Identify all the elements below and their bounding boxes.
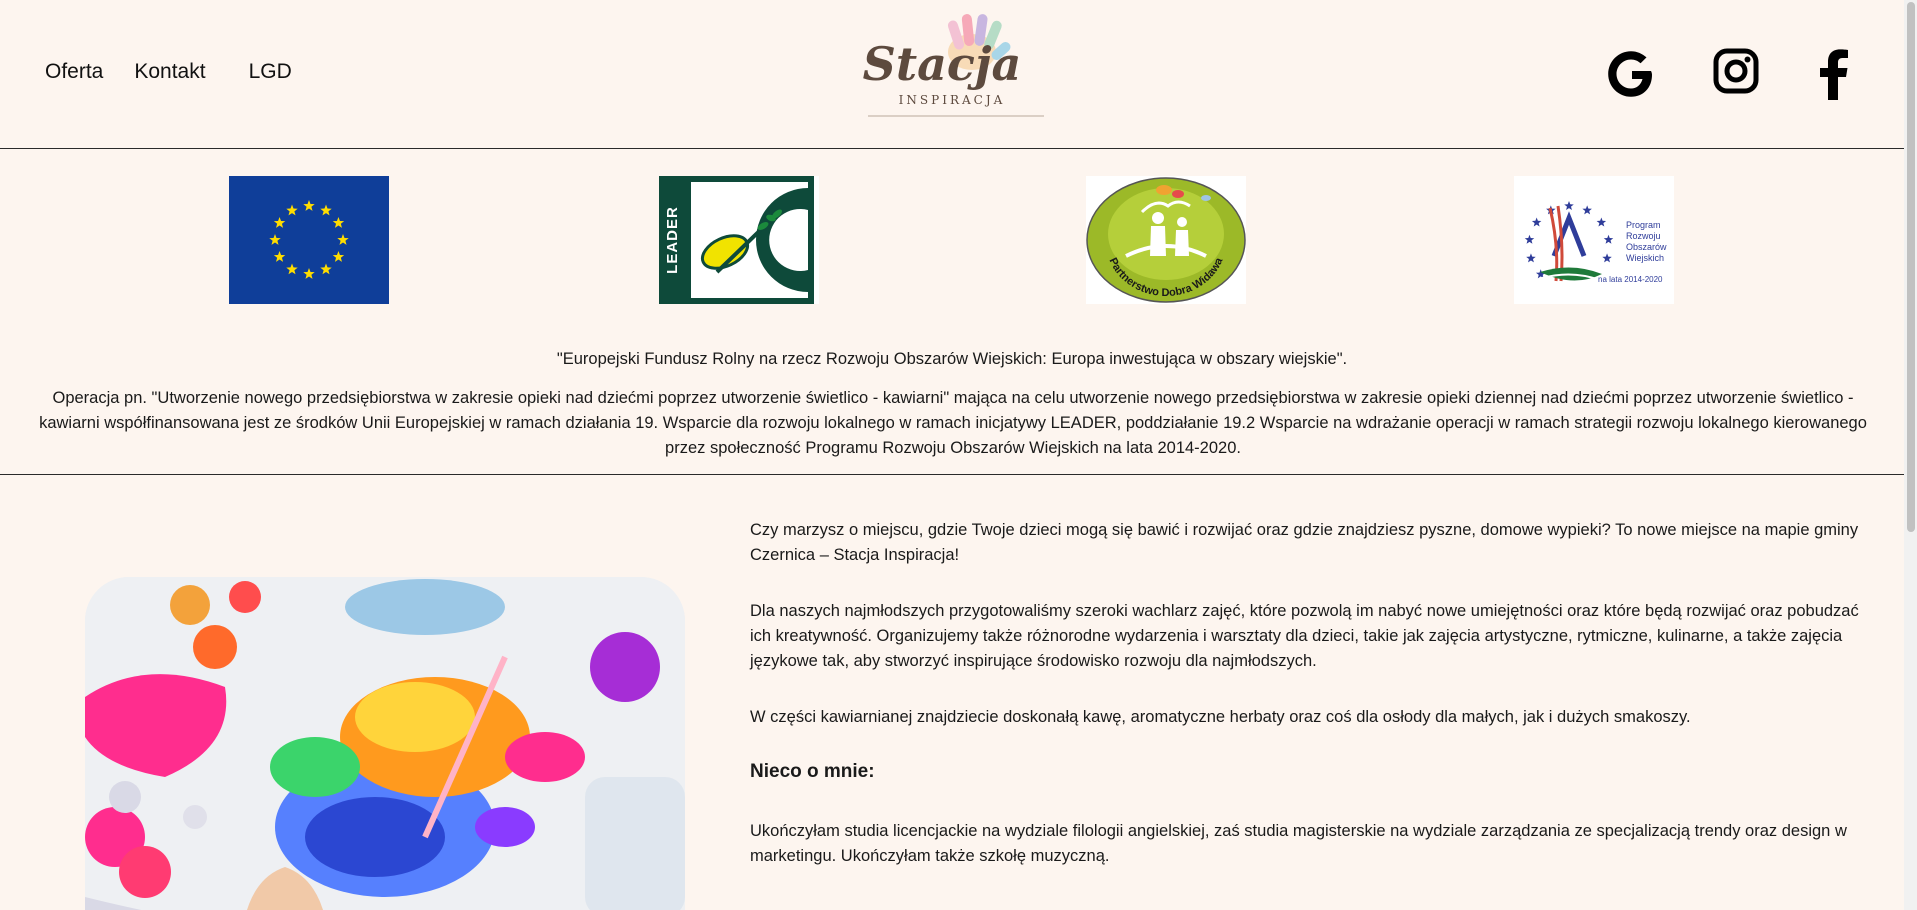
scrollbar-thumb[interactable] xyxy=(1907,2,1915,532)
activities-paragraph: Dla naszych najmłodszych przygotowaliśmy… xyxy=(750,602,1859,670)
prow-text-5: na lata 2014-2020 xyxy=(1598,275,1663,284)
prow-logo: Program Rozwoju Obszarów Wiejskich na la… xyxy=(1514,176,1674,304)
cafe-paragraph: W części kawiarnianej znajdziecie doskon… xyxy=(750,708,1691,726)
logo-subtitle: INSPIRACJA xyxy=(899,93,1006,107)
prow-text-4: Wiejskich xyxy=(1626,253,1664,263)
instagram-icon xyxy=(1713,48,1759,94)
google-icon xyxy=(1608,51,1652,97)
prow-text-1: Program xyxy=(1626,220,1661,230)
instagram-link[interactable] xyxy=(1713,48,1759,94)
partnerstwo-dobra-widawa-logo: Partnerstwo Dobra Widawa xyxy=(1086,176,1246,304)
page-scrollbar[interactable] xyxy=(1904,0,1917,910)
main-content: Czy marzysz o miejscu, gdzie Twoje dziec… xyxy=(750,518,1870,900)
leader-logo-text: LEADER xyxy=(664,206,681,274)
funding-quote: "Europejski Fundusz Rolny na rzecz Rozwo… xyxy=(556,350,1348,368)
prow-text-2: Rozwoju xyxy=(1626,231,1661,241)
funding-description: Operacja pn. "Utworzenie nowego przedsię… xyxy=(39,389,1867,457)
about-paragraph: Ukończyłam studia licencjackie na wydzia… xyxy=(750,822,1847,865)
facebook-icon xyxy=(1820,49,1848,100)
nav-kontakt[interactable]: Kontakt xyxy=(134,60,205,84)
nav-lgd[interactable]: LGD xyxy=(249,60,292,84)
site-logo[interactable]: Stacja INSPIRACJA xyxy=(860,10,1050,120)
leader-logo: LEADER xyxy=(659,176,819,304)
main-nav: Oferta Kontakt LGD xyxy=(45,60,323,84)
eu-flag-logo xyxy=(229,176,389,304)
google-link[interactable] xyxy=(1605,48,1657,100)
prow-text-3: Obszarów xyxy=(1626,242,1667,252)
logo-wordmark: Stacja xyxy=(863,37,1022,91)
funding-section: LEADER Partnerstwo Dobra Widawa Program … xyxy=(0,150,1904,475)
intro-paragraph: Czy marzysz o miejscu, gdzie Twoje dziec… xyxy=(750,521,1859,564)
nav-oferta[interactable]: Oferta xyxy=(45,60,103,84)
children-painting-photo xyxy=(85,577,685,910)
site-header: Oferta Kontakt LGD Stacja INSPIRACJA xyxy=(0,0,1904,149)
about-heading: Nieco o mnie: xyxy=(750,761,875,782)
facebook-link[interactable] xyxy=(1812,48,1856,100)
